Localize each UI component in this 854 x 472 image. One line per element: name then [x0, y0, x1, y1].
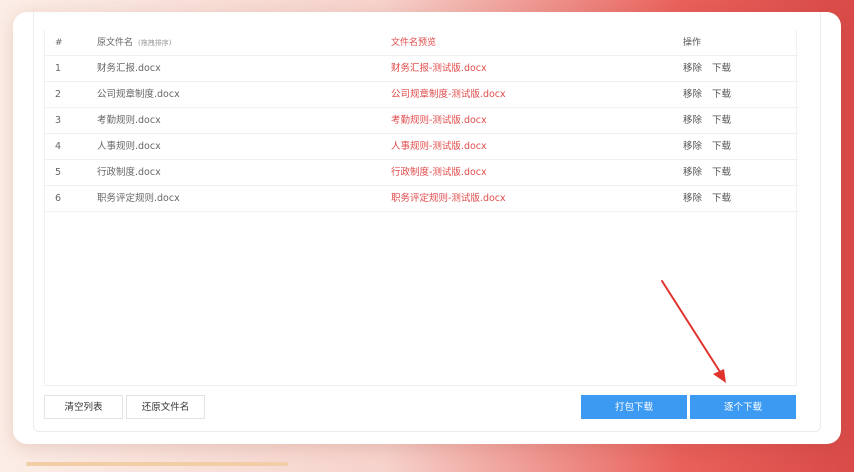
- download-link[interactable]: 下载: [712, 193, 731, 204]
- remove-link[interactable]: 移除: [683, 89, 702, 100]
- clear-list-button[interactable]: 清空列表: [44, 395, 123, 419]
- each-download-button[interactable]: 逐个下载: [690, 395, 796, 419]
- download-link[interactable]: 下载: [712, 141, 731, 152]
- header-preview: 文件名预览: [391, 38, 437, 48]
- header-num: #: [55, 38, 63, 48]
- row-preview-name: 考勤规则-测试版.docx: [391, 115, 487, 126]
- download-link[interactable]: 下载: [712, 63, 731, 74]
- table-row[interactable]: 6 职务评定规则.docx 职务评定规则-测试版.docx 移除 下载: [45, 186, 798, 212]
- header-actions: 操作: [683, 38, 702, 48]
- row-num: 5: [55, 167, 62, 178]
- row-actions: 移除 下载: [683, 82, 741, 108]
- row-original-name: 公司规章制度.docx: [97, 89, 180, 100]
- download-link[interactable]: 下载: [712, 89, 731, 100]
- row-actions: 移除 下载: [683, 108, 741, 134]
- header-original-label: 原文件名: [97, 38, 134, 48]
- row-actions: 移除 下载: [683, 134, 741, 160]
- table-row[interactable]: 3 考勤规则.docx 考勤规则-测试版.docx 移除 下载: [45, 108, 798, 134]
- table-row[interactable]: 5 行政制度.docx 行政制度-测试版.docx 移除 下载: [45, 160, 798, 186]
- download-link[interactable]: 下载: [712, 115, 731, 126]
- row-actions: 移除 下载: [683, 186, 741, 212]
- background-stripe: [26, 462, 288, 466]
- row-preview-name: 职务评定规则-测试版.docx: [391, 193, 506, 204]
- row-num: 2: [55, 89, 62, 100]
- row-preview-name: 财务汇报-测试版.docx: [391, 63, 487, 74]
- row-preview-name: 行政制度-测试版.docx: [391, 167, 487, 178]
- row-original-name: 人事规则.docx: [97, 141, 161, 152]
- remove-link[interactable]: 移除: [683, 63, 702, 74]
- row-num: 6: [55, 193, 62, 204]
- row-actions: 移除 下载: [683, 160, 741, 186]
- row-actions: 移除 下载: [683, 56, 741, 82]
- remove-link[interactable]: 移除: [683, 193, 702, 204]
- row-num: 4: [55, 141, 62, 152]
- file-table: # 原文件名 (拖拽排序) 文件名预览 操作 1 财务汇报.docx 财务汇报-测…: [44, 30, 798, 386]
- row-original-name: 职务评定规则.docx: [97, 193, 180, 204]
- row-preview-name: 公司规章制度-测试版.docx: [391, 89, 506, 100]
- row-num: 1: [55, 63, 62, 74]
- header-original: 原文件名 (拖拽排序): [97, 30, 171, 56]
- row-original-name: 考勤规则.docx: [97, 115, 161, 126]
- remove-link[interactable]: 移除: [683, 141, 702, 152]
- pack-download-button[interactable]: 打包下载: [581, 395, 687, 419]
- table-row[interactable]: 1 财务汇报.docx 财务汇报-测试版.docx 移除 下载: [45, 56, 798, 82]
- row-original-name: 行政制度.docx: [97, 167, 161, 178]
- header-original-hint: (拖拽排序): [138, 39, 172, 47]
- row-preview-name: 人事规则-测试版.docx: [391, 141, 487, 152]
- table-header: # 原文件名 (拖拽排序) 文件名预览 操作: [45, 30, 798, 56]
- table-row[interactable]: 2 公司规章制度.docx 公司规章制度-测试版.docx 移除 下载: [45, 82, 798, 108]
- row-num: 3: [55, 115, 62, 126]
- row-original-name: 财务汇报.docx: [97, 63, 161, 74]
- table-row[interactable]: 4 人事规则.docx 人事规则-测试版.docx 移除 下载: [45, 134, 798, 160]
- main-card: # 原文件名 (拖拽排序) 文件名预览 操作 1 财务汇报.docx 财务汇报-测…: [13, 12, 841, 444]
- file-panel: # 原文件名 (拖拽排序) 文件名预览 操作 1 财务汇报.docx 财务汇报-测…: [33, 12, 821, 432]
- download-link[interactable]: 下载: [712, 167, 731, 178]
- remove-link[interactable]: 移除: [683, 115, 702, 126]
- restore-filenames-button[interactable]: 还原文件名: [126, 395, 205, 419]
- remove-link[interactable]: 移除: [683, 167, 702, 178]
